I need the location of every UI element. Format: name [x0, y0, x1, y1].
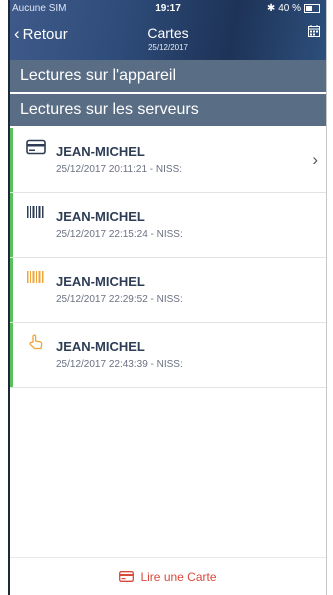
read-card-label: Lire une Carte: [140, 569, 217, 584]
tab-device-readings[interactable]: Lectures sur l'appareil: [10, 60, 326, 92]
reading-detail: 25/12/2017 22:15:24 - NISS:: [56, 229, 183, 240]
card-holder-name: JEAN-MICHEL: [56, 274, 145, 289]
barcode-icon: [27, 206, 44, 218]
list-item[interactable]: JEAN-MICHEL 25/12/2017 20:11:21 - NISS: …: [10, 128, 326, 193]
card-icon: [26, 139, 46, 155]
hand-pointer-icon: [29, 334, 43, 350]
battery-percent: 40 %: [278, 3, 301, 14]
reading-detail: 25/12/2017 22:43:39 - NISS:: [56, 359, 183, 370]
barcode-icon: [27, 271, 44, 283]
header: Aucune SIM 19:17 ✱ 40 % ‹ Retour Cartes …: [10, 0, 326, 60]
page-subtitle: 25/12/2017: [147, 43, 189, 52]
card-icon: [119, 571, 135, 582]
calendar-icon[interactable]: [308, 25, 320, 37]
reading-detail: 25/12/2017 20:11:21 - NISS:: [56, 164, 183, 175]
status-right: ✱ 40 %: [267, 3, 320, 14]
app-frame: Aucune SIM 19:17 ✱ 40 % ‹ Retour Cartes …: [0, 0, 333, 595]
chevron-right-icon: ›: [312, 150, 318, 169]
list-item[interactable]: JEAN-MICHEL 25/12/2017 22:43:39 - NISS:: [10, 323, 326, 388]
card-holder-name: JEAN-MICHEL: [56, 339, 145, 354]
right-edge: [326, 0, 327, 595]
accent-bar: [10, 128, 13, 192]
accent-bar: [10, 323, 13, 387]
battery-icon: [304, 4, 320, 13]
accent-bar: [10, 258, 13, 322]
tab-server-readings[interactable]: Lectures sur les serveurs: [10, 94, 326, 126]
list-item[interactable]: JEAN-MICHEL 25/12/2017 22:15:24 - NISS:: [10, 193, 326, 258]
bluetooth-icon: ✱: [266, 3, 276, 14]
read-card-button[interactable]: Lire une Carte: [10, 558, 326, 595]
accent-bar: [10, 193, 13, 257]
reading-detail: 25/12/2017 22:29:52 - NISS:: [56, 294, 183, 305]
page-title: Cartes: [147, 25, 189, 41]
readings-list: JEAN-MICHEL 25/12/2017 20:11:21 - NISS: …: [10, 128, 326, 388]
list-item[interactable]: JEAN-MICHEL 25/12/2017 22:29:52 - NISS:: [10, 258, 326, 323]
card-holder-name: JEAN-MICHEL: [56, 209, 145, 224]
card-holder-name: JEAN-MICHEL: [56, 144, 145, 159]
